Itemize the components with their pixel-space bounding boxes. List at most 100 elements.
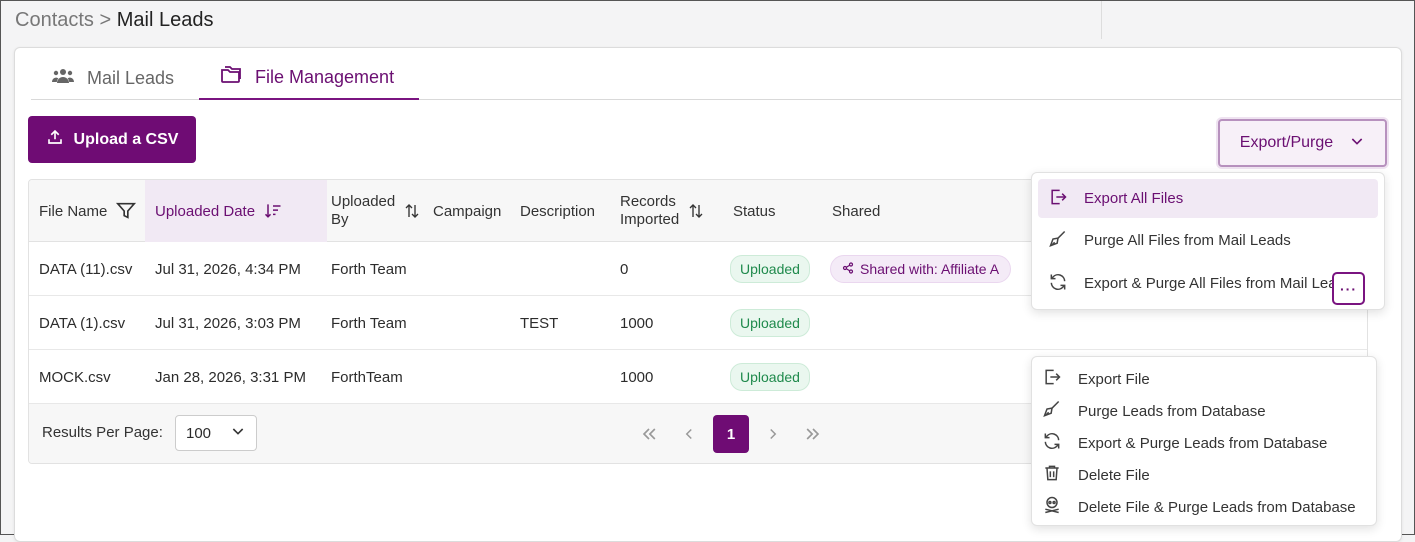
- header-status: Status: [733, 180, 813, 242]
- status-badge: Uploaded: [730, 309, 810, 337]
- trash-icon: [1042, 463, 1062, 487]
- tab-label: Mail Leads: [87, 67, 175, 88]
- menu-item-delete-file[interactable]: Delete File: [1032, 459, 1376, 491]
- breadcrumb: Contacts > Mail Leads: [15, 9, 213, 32]
- export-icon: [1042, 367, 1062, 391]
- status-badge: Uploaded: [730, 363, 810, 391]
- menu-item-label: Export & Purge All Files from Mail Leads: [1084, 275, 1353, 292]
- cell-file-name: DATA (1).csv: [39, 314, 126, 332]
- header-uploaded-by[interactable]: Uploaded By: [331, 180, 431, 242]
- cell-uploaded-by: Forth Team: [331, 314, 407, 332]
- row-actions-button[interactable]: ···: [1332, 272, 1365, 305]
- next-page-icon[interactable]: [753, 415, 793, 453]
- broom-icon: [1048, 229, 1068, 253]
- menu-item-export-purge-leads[interactable]: Export & Purge Leads from Database: [1032, 427, 1376, 459]
- menu-item-purge-leads[interactable]: Purge Leads from Database: [1032, 395, 1376, 427]
- header-label: Campaign: [433, 202, 502, 220]
- cell-description: TEST: [520, 314, 559, 332]
- cell-uploaded-date: Jan 28, 2026, 3:31 PM: [155, 368, 306, 386]
- pagination: 1: [629, 415, 833, 453]
- menu-item-label: Purge All Files from Mail Leads: [1084, 232, 1291, 249]
- cell-records: 1000: [620, 314, 654, 332]
- upload-csv-label: Upload a CSV: [73, 130, 179, 148]
- menu-item-label: Export All Files: [1084, 190, 1184, 207]
- breadcrumb-separator: >: [99, 9, 112, 31]
- results-per-page-select[interactable]: 100: [175, 415, 257, 451]
- cell-records: 0: [620, 260, 629, 278]
- cell-shared: Shared with: Affiliate A: [830, 242, 1012, 296]
- tab-bar: Mail Leads File Management: [31, 56, 1401, 100]
- filter-icon[interactable]: [115, 200, 137, 222]
- header-label: Uploaded By: [331, 193, 395, 229]
- shared-label: Shared with: Affiliate A: [860, 261, 1000, 277]
- last-page-icon[interactable]: [793, 415, 833, 453]
- menu-item-label: Purge Leads from Database: [1078, 402, 1266, 420]
- status-badge: Uploaded: [730, 255, 810, 283]
- tab-label: File Management: [255, 66, 395, 87]
- first-page-icon[interactable]: [629, 415, 669, 453]
- per-page-value: 100: [186, 424, 212, 442]
- menu-item-label: Export & Purge Leads from Database: [1078, 434, 1328, 452]
- refresh-icon: [1042, 431, 1062, 455]
- menu-item-export-all[interactable]: Export All Files: [1038, 179, 1378, 218]
- tab-mail-leads[interactable]: Mail Leads: [31, 56, 198, 100]
- chevron-down-icon: [230, 423, 246, 443]
- header-label-line1: Uploaded: [331, 193, 396, 210]
- header-label: Status: [733, 202, 776, 220]
- cell-uploaded-by: Forth Team: [331, 260, 407, 278]
- cell-file-name: DATA (11).csv: [39, 260, 133, 278]
- upload-csv-button[interactable]: Upload a CSV: [28, 116, 196, 163]
- cell-file-name: MOCK.csv: [39, 368, 111, 386]
- menu-item-export-purge-all[interactable]: Export & Purge All Files from Mail Leads: [1038, 263, 1378, 304]
- header-label-line2: By: [331, 211, 349, 228]
- export-purge-button[interactable]: Export/Purge: [1218, 119, 1387, 167]
- header-label: File Name: [39, 202, 108, 220]
- page-button[interactable]: 1: [713, 415, 749, 453]
- header-uploaded-date[interactable]: Uploaded Date: [145, 180, 327, 242]
- refresh-icon: [1048, 272, 1068, 296]
- share-icon: [842, 261, 854, 277]
- breadcrumb-current: Mail Leads: [116, 9, 214, 31]
- menu-item-delete-file-purge[interactable]: Delete File & Purge Leads from Database: [1032, 491, 1376, 523]
- skull-icon: [1042, 495, 1062, 519]
- cell-status: Uploaded: [730, 350, 810, 404]
- folder-icon: [219, 63, 243, 92]
- users-icon: [51, 64, 75, 93]
- export-purge-label: Export/Purge: [1239, 134, 1334, 151]
- menu-item-purge-all[interactable]: Purge All Files from Mail Leads: [1038, 220, 1378, 261]
- sort-desc-icon[interactable]: [263, 201, 283, 221]
- header-file-name: File Name: [29, 180, 145, 242]
- header-shared: Shared: [832, 180, 912, 242]
- menu-item-label: Delete File: [1078, 466, 1150, 484]
- results-per-page-label: Results Per Page:: [42, 424, 163, 441]
- header-label: Uploaded Date: [155, 202, 256, 220]
- menu-item-label: Export File: [1078, 370, 1150, 388]
- breadcrumb-parent[interactable]: Contacts: [15, 9, 94, 31]
- menu-item-label: Delete File & Purge Leads from Database: [1078, 498, 1356, 516]
- header-label-line1: Records: [620, 193, 676, 210]
- sort-icon[interactable]: [687, 202, 705, 220]
- shared-badge[interactable]: Shared with: Affiliate A: [830, 255, 1012, 283]
- cell-uploaded-by: ForthTeam: [331, 368, 403, 386]
- sort-icon[interactable]: [403, 202, 421, 220]
- menu-item-export-file[interactable]: Export File: [1032, 363, 1376, 395]
- header-label: Records Imported: [620, 193, 679, 229]
- header-campaign: Campaign: [433, 180, 519, 242]
- cell-status: Uploaded: [730, 296, 810, 350]
- cell-uploaded-date: Jul 31, 2026, 4:34 PM: [155, 260, 301, 278]
- cell-uploaded-date: Jul 31, 2026, 3:03 PM: [155, 314, 301, 332]
- header-divider: [1101, 1, 1102, 39]
- header-records-imported[interactable]: Records Imported: [620, 180, 730, 242]
- header-description: Description: [520, 180, 610, 242]
- row-actions-menu: Export File Purge Leads from Database Ex…: [1031, 356, 1377, 526]
- export-icon: [1048, 187, 1068, 211]
- tab-file-management[interactable]: File Management: [199, 56, 419, 100]
- broom-icon: [1042, 399, 1062, 423]
- upload-icon: [46, 128, 64, 151]
- cell-records: 1000: [620, 368, 654, 386]
- header-label: Shared: [832, 202, 881, 220]
- cell-status: Uploaded: [730, 242, 810, 296]
- chevron-down-icon: [1349, 133, 1365, 154]
- header-label: Description: [520, 202, 596, 220]
- prev-page-icon[interactable]: [669, 415, 709, 453]
